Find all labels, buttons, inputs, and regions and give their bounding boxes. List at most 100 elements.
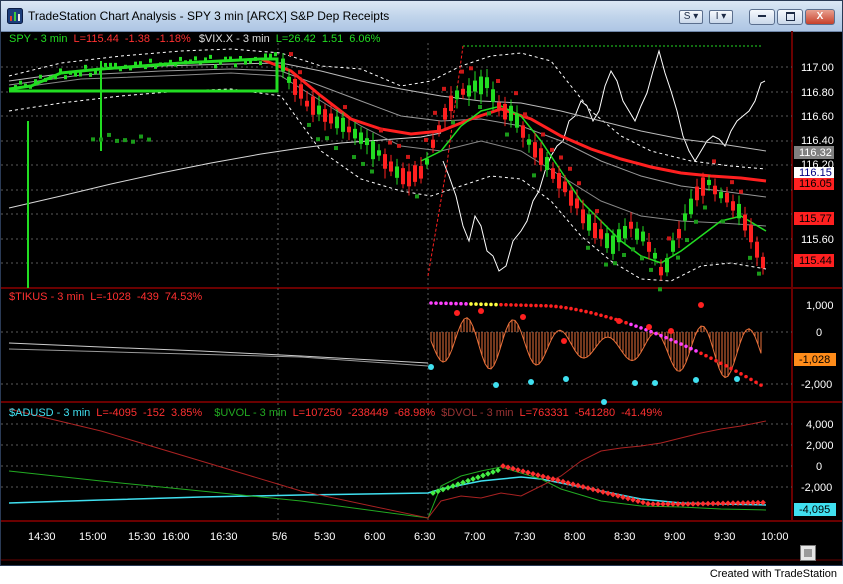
chart-area[interactable]: SPY - 3 min L=115.44 -1.38 -1.18% $VIX.X - 3… bbox=[1, 31, 842, 565]
candle-body bbox=[94, 70, 97, 75]
candle-body bbox=[359, 132, 363, 144]
candle-body bbox=[449, 95, 453, 112]
window-title: TradeStation Chart Analysis - SPY 3 min … bbox=[28, 9, 390, 23]
stop-dots-series bbox=[91, 52, 761, 292]
price-pane[interactable] bbox=[8, 45, 767, 292]
tikus-dot bbox=[479, 302, 483, 307]
candle-body bbox=[593, 222, 597, 239]
adusd-red-dot bbox=[685, 501, 691, 507]
maximize-button[interactable] bbox=[777, 9, 803, 25]
stop-dot bbox=[721, 219, 725, 224]
legend-dvol-pct: -41.49% bbox=[621, 407, 662, 419]
footer-credit: Created with TradeStation bbox=[709, 568, 837, 580]
candle-body bbox=[335, 116, 339, 129]
adusd-marker-label: -4,095 bbox=[799, 504, 830, 516]
tikus-dot bbox=[504, 303, 508, 307]
stop-dot bbox=[739, 189, 743, 194]
candle-body bbox=[551, 168, 555, 179]
tikus-flat-line bbox=[8, 342, 429, 364]
tikus-dot bbox=[574, 307, 578, 312]
candle-body bbox=[254, 56, 257, 61]
candle-body bbox=[575, 198, 579, 209]
style-menu-button[interactable]: S ▾ bbox=[679, 10, 703, 24]
tikus-dot bbox=[589, 310, 593, 315]
candle-body bbox=[179, 56, 182, 61]
candle-body bbox=[341, 117, 345, 132]
tikus-tick: -2,000 bbox=[801, 379, 832, 391]
tikus-high-dot bbox=[454, 310, 460, 316]
candle-body bbox=[317, 105, 321, 115]
candle-body bbox=[99, 70, 102, 75]
candle-body bbox=[124, 64, 127, 69]
tikus-low-dot bbox=[601, 399, 607, 405]
tikus-pane[interactable] bbox=[8, 301, 763, 405]
legend-spy-pct: -1.18% bbox=[156, 33, 191, 45]
stop-dot bbox=[595, 209, 599, 214]
indicator-menu-button[interactable]: I ▾ bbox=[709, 10, 733, 24]
tikus-dot bbox=[749, 377, 753, 382]
time-label: 6:30 bbox=[414, 531, 435, 543]
tikus-dot bbox=[549, 304, 553, 308]
tikus-dot bbox=[689, 346, 693, 351]
price-marker-label: 115.44 bbox=[799, 255, 832, 267]
candle-body bbox=[199, 60, 202, 65]
stop-dot bbox=[131, 139, 135, 144]
candle-body bbox=[437, 125, 441, 131]
tikus-dot bbox=[674, 340, 678, 344]
adusd-red-dot bbox=[580, 483, 586, 490]
time-axis[interactable]: 14:30 15:00 15:30 16:00 16:30 5/6 5:30 6… bbox=[28, 531, 789, 543]
minimize-button[interactable] bbox=[749, 9, 775, 25]
stop-dot bbox=[298, 70, 302, 75]
candle-body bbox=[671, 240, 675, 252]
tikus-high-dot bbox=[561, 338, 567, 344]
tikus-high-dot bbox=[616, 318, 622, 324]
time-label: 5/6 bbox=[272, 531, 287, 543]
tikus-dot bbox=[594, 312, 598, 316]
candle-body bbox=[189, 59, 192, 64]
candle-body bbox=[761, 256, 765, 269]
stop-dot bbox=[478, 104, 482, 109]
stop-dot bbox=[415, 194, 419, 199]
candle-body bbox=[581, 209, 585, 224]
adusd-red-dot bbox=[710, 500, 716, 507]
stop-dot bbox=[541, 132, 545, 137]
close-icon: X bbox=[816, 11, 824, 22]
adusd-red-dot bbox=[600, 489, 606, 495]
tikus-dot bbox=[714, 358, 718, 363]
candle-body bbox=[59, 68, 62, 73]
stop-dot bbox=[307, 122, 311, 127]
candle-body bbox=[395, 166, 399, 178]
candle-body bbox=[44, 77, 47, 82]
candle-body bbox=[443, 107, 447, 120]
stop-dot bbox=[406, 154, 410, 159]
candle-body bbox=[129, 66, 132, 71]
legend-uvol-last: L=107250 bbox=[293, 407, 342, 419]
tikus-dot bbox=[599, 313, 603, 318]
candle-body bbox=[371, 141, 375, 160]
tikus-dot bbox=[564, 305, 568, 310]
candle-body bbox=[84, 64, 87, 69]
scroll-right-icon bbox=[804, 549, 812, 557]
indicator-menu-label: I bbox=[715, 11, 719, 22]
stop-dot bbox=[685, 238, 689, 243]
candle-body bbox=[39, 74, 42, 79]
candle-body bbox=[419, 166, 423, 179]
candle-body bbox=[293, 78, 297, 95]
candle-body bbox=[467, 85, 471, 97]
tikus-high-dot bbox=[698, 302, 704, 308]
candle-body bbox=[623, 225, 627, 239]
candle-body bbox=[139, 61, 142, 66]
tikus-low-dot bbox=[493, 382, 499, 388]
adusd-pane[interactable] bbox=[8, 408, 767, 519]
candle-body bbox=[515, 113, 519, 128]
tikus-tick: 1,000 bbox=[806, 300, 834, 312]
close-button[interactable]: X bbox=[805, 9, 835, 25]
legend-vix: $VIX.X - 3 min bbox=[199, 33, 270, 45]
stop-dot bbox=[703, 205, 707, 210]
candle-body bbox=[665, 258, 669, 273]
tikus-dot bbox=[499, 302, 503, 307]
tikus-dot bbox=[509, 303, 513, 307]
scroll-right-button[interactable] bbox=[800, 545, 816, 561]
adusd-green-dot bbox=[485, 470, 491, 477]
title-bar[interactable]: TradeStation Chart Analysis - SPY 3 min … bbox=[1, 1, 842, 32]
